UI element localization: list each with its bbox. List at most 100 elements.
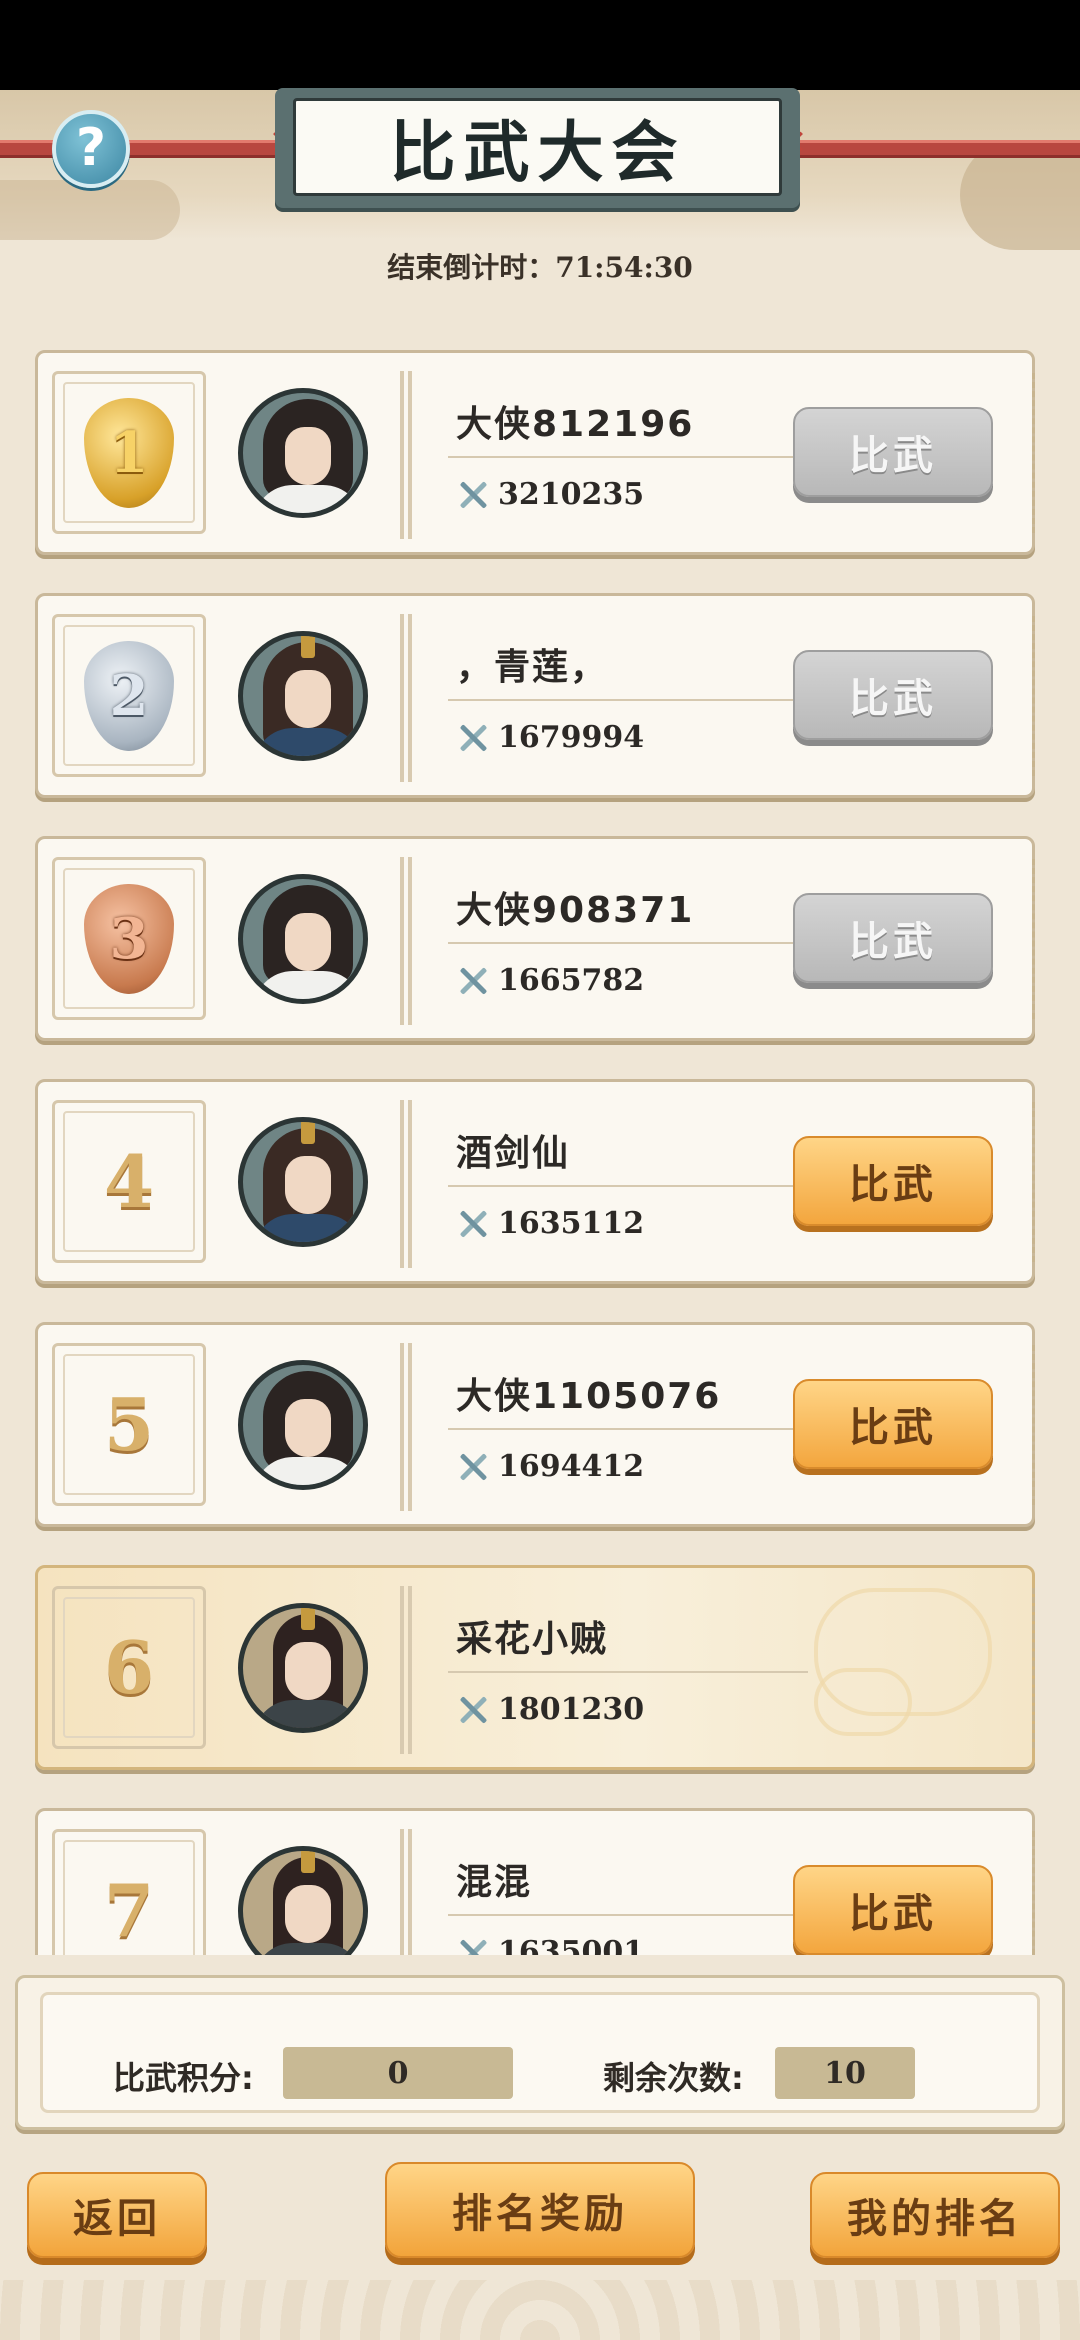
cloud-swirl-decoration	[814, 1668, 912, 1736]
crossed-swords-icon	[456, 1693, 490, 1727]
ranking-row: 5 大侠1105076 1694412 比武	[35, 1322, 1035, 1527]
avatar[interactable]	[238, 388, 368, 518]
ranking-row-self: 6 采花小贼 1801230	[35, 1565, 1035, 1770]
divider	[400, 371, 412, 539]
crossed-swords-icon	[456, 721, 490, 755]
power-stat: 1801230	[456, 1692, 644, 1727]
crossed-swords-icon	[456, 1450, 490, 1484]
rank-box: 2	[52, 614, 206, 777]
avatar[interactable]	[238, 1846, 368, 1955]
avatar[interactable]	[238, 1603, 368, 1733]
duel-button[interactable]: 比武	[793, 407, 993, 497]
player-name: 采花小贼	[456, 1619, 609, 1660]
gold-medal-icon: 1	[84, 397, 174, 508]
power-value: 1679994	[498, 720, 645, 755]
power-value: 3210235	[498, 477, 645, 512]
rank-box: 5	[52, 1343, 206, 1506]
rank-rewards-button[interactable]: 排名奖励	[385, 2162, 695, 2258]
avatar[interactable]	[238, 1360, 368, 1490]
player-name: 酒剑仙	[456, 1133, 571, 1174]
duel-button[interactable]: 比武	[793, 893, 993, 983]
rank-number: 5	[103, 1382, 155, 1467]
rank-number: 4	[103, 1139, 155, 1224]
crossed-swords-icon	[456, 964, 490, 998]
power-stat: 1635112	[456, 1206, 644, 1241]
name-underline	[448, 699, 808, 701]
crossed-swords-icon	[456, 478, 490, 512]
divider	[400, 1586, 412, 1754]
player-name: ，青莲，	[456, 647, 609, 688]
title-plaque: 比武大会	[275, 88, 800, 208]
help-button[interactable]: ?	[52, 110, 130, 188]
divider	[400, 857, 412, 1025]
rank-number: 2	[109, 662, 149, 729]
duel-button[interactable]: 比武	[793, 1865, 993, 1955]
duel-button[interactable]: 比武	[793, 650, 993, 740]
countdown-value: 71:54:30	[555, 251, 693, 284]
ranking-row: 2 ，青莲， 1679994 比武	[35, 593, 1035, 798]
duel-button[interactable]: 比武	[793, 1379, 993, 1469]
rank-box: 7	[52, 1829, 206, 1955]
power-stat: 3210235	[456, 477, 644, 512]
ranking-row: 4 酒剑仙 1635112 比武	[35, 1079, 1035, 1284]
crossed-swords-icon	[456, 1207, 490, 1241]
player-name: 混混	[456, 1862, 533, 1903]
countdown: 结束倒计时：71:54:30	[0, 246, 1080, 286]
rank-number: 3	[109, 905, 149, 972]
power-value: 1635112	[498, 1206, 645, 1241]
cloud-decoration-left	[0, 180, 180, 240]
status-bar	[0, 0, 1080, 90]
player-name: 大侠1105076	[456, 1376, 722, 1417]
remaining-value: 10	[775, 2047, 915, 2099]
power-value: 1635001	[498, 1935, 645, 1955]
avatar[interactable]	[238, 1117, 368, 1247]
stats-inner: 比武积分: 0 剩余次数: 10	[40, 1992, 1040, 2113]
bronze-medal-icon: 3	[84, 883, 174, 994]
duel-button[interactable]: 比武	[793, 1136, 993, 1226]
player-name: 大侠908371	[456, 890, 695, 931]
footer-cloud-decoration	[0, 2280, 1080, 2340]
player-name: 大侠812196	[456, 404, 695, 445]
divider	[400, 1829, 412, 1955]
ranking-row: 3 大侠908371 1665782 比武	[35, 836, 1035, 1041]
power-stat: 1679994	[456, 720, 644, 755]
rope-right	[780, 140, 1080, 158]
power-value: 1801230	[498, 1692, 645, 1727]
ranking-row: 7 混混 1635001 比武	[35, 1808, 1035, 1955]
back-button[interactable]: 返回	[27, 2172, 207, 2258]
score-label: 比武积分:	[113, 2059, 254, 2097]
avatar[interactable]	[238, 874, 368, 1004]
power-stat: 1694412	[456, 1449, 644, 1484]
name-underline	[448, 1914, 808, 1916]
remaining-label: 剩余次数:	[603, 2059, 744, 2097]
score-value: 0	[283, 2047, 513, 2099]
rank-number: 1	[109, 419, 149, 486]
ranking-row: 1 大侠812196 3210235 比武	[35, 350, 1035, 555]
countdown-label: 结束倒计时：	[387, 251, 556, 284]
divider	[400, 1343, 412, 1511]
name-underline	[448, 942, 808, 944]
stats-panel: 比武积分: 0 剩余次数: 10	[15, 1975, 1065, 2130]
ranking-list[interactable]: 1 大侠812196 3210235 比武 2 ，青莲， 1679994 比武 …	[0, 340, 1080, 1955]
name-underline	[448, 456, 808, 458]
power-value: 1665782	[498, 963, 645, 998]
page-title: 比武大会	[293, 98, 782, 196]
crossed-swords-icon	[456, 1936, 490, 1956]
my-rank-button[interactable]: 我的排名	[810, 2172, 1060, 2258]
rank-box: 4	[52, 1100, 206, 1263]
power-value: 1694412	[498, 1449, 645, 1484]
rank-box: 1	[52, 371, 206, 534]
power-stat: 1665782	[456, 963, 644, 998]
name-underline	[448, 1671, 808, 1673]
rank-box: 3	[52, 857, 206, 1020]
silver-medal-icon: 2	[84, 640, 174, 751]
rank-number: 6	[103, 1625, 155, 1710]
divider	[400, 1100, 412, 1268]
rope-left	[0, 140, 300, 158]
rank-number: 7	[103, 1868, 155, 1953]
name-underline	[448, 1185, 808, 1187]
power-stat: 1635001	[456, 1935, 644, 1955]
divider	[400, 614, 412, 782]
avatar[interactable]	[238, 631, 368, 761]
rank-box: 6	[52, 1586, 206, 1749]
